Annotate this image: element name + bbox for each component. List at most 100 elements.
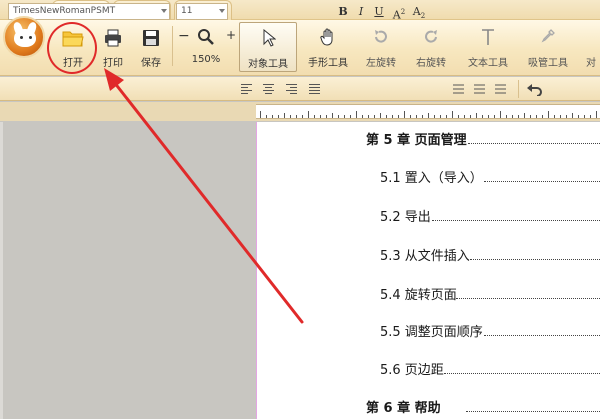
ruler-tick — [518, 115, 519, 118]
toolbar-separator — [518, 80, 519, 98]
align-right-icon — [286, 84, 297, 94]
workspace-edge — [0, 122, 3, 419]
object-tool-label: 对象工具 — [248, 59, 288, 70]
object-tool-button[interactable]: 对象工具 — [239, 22, 297, 72]
superscript-button[interactable]: A2 — [390, 3, 408, 22]
save-button[interactable]: 保存 — [134, 22, 168, 72]
zoom-in-button[interactable]: + — [226, 28, 236, 42]
ruler-tick — [596, 111, 597, 118]
toc-leader — [456, 298, 600, 299]
subscript-button[interactable]: A2 — [410, 3, 428, 21]
align-left-icon — [241, 84, 252, 94]
highlight-circle — [47, 22, 97, 74]
zoom-out-button[interactable]: − — [178, 28, 190, 44]
workspace-background — [0, 122, 256, 419]
ruler-tick — [584, 115, 585, 118]
superscript-mark: 2 — [400, 8, 406, 16]
toc-entry: 5.5 调整页面顺序 — [380, 325, 483, 340]
toc-entry: 第 5 章 页面管理 — [366, 133, 467, 148]
italic-button[interactable]: I — [352, 3, 370, 21]
ruler-tick — [506, 115, 507, 118]
bold-button[interactable]: B — [334, 3, 352, 21]
eyedropper-button[interactable]: 吸管工具 — [520, 22, 576, 72]
toc-leader — [432, 220, 600, 221]
ruler-tick — [446, 115, 447, 118]
toolbar-separator — [172, 26, 173, 66]
printer-icon — [105, 29, 121, 47]
ruler-tick — [308, 111, 309, 118]
ruler-tick — [302, 115, 303, 118]
ruler-tick — [344, 115, 345, 118]
superscript-letter: A — [392, 8, 401, 22]
ruler-tick — [350, 115, 351, 118]
eyedropper-icon — [541, 29, 555, 43]
undo-icon[interactable] — [526, 82, 542, 96]
ruler-tick — [494, 115, 495, 118]
ruler-tick — [530, 115, 531, 118]
subscript-mark: 2 — [420, 12, 426, 21]
ruler-tick — [560, 115, 561, 118]
ruler-tick — [260, 111, 261, 118]
ruler-tick — [542, 115, 543, 118]
zoom-icon[interactable] — [197, 28, 215, 46]
toc-leader — [470, 259, 600, 260]
text-tool-button[interactable]: 文本工具 — [460, 22, 516, 72]
ruler-tick — [458, 115, 459, 118]
ruler-tick — [578, 115, 579, 118]
ruler-tick — [428, 113, 429, 118]
toc-leader — [468, 143, 600, 144]
horizontal-ruler — [256, 104, 600, 119]
ruler-tick — [338, 115, 339, 118]
ruler-tick — [290, 115, 291, 118]
ruler-tick — [536, 115, 537, 118]
toc-leader — [444, 373, 600, 374]
ruler-tick — [362, 115, 363, 118]
rotate-left-button[interactable]: 左旋转 — [358, 22, 404, 72]
print-label: 打印 — [103, 58, 123, 69]
ruler-tick — [452, 111, 453, 118]
alignment-group — [241, 84, 320, 94]
ruler-tick — [410, 115, 411, 118]
toc-entry: 5.4 旋转页面 — [380, 288, 457, 303]
toc-entry: 5.2 导出 — [380, 210, 431, 225]
more-tool-button[interactable]: 对 — [580, 22, 600, 72]
subscript-letter: A — [412, 5, 421, 18]
font-name-value: TimesNewRomanPSMT — [13, 6, 116, 16]
ruler-tick — [464, 115, 465, 118]
ruler-tick — [554, 115, 555, 118]
rotate-right-button[interactable]: 右旋转 — [408, 22, 454, 72]
ruler-tick — [326, 115, 327, 118]
ruler-tick — [434, 115, 435, 118]
ruler-tick — [572, 113, 573, 118]
hand-tool-button[interactable]: 手形工具 — [300, 22, 356, 72]
more-tool-label: 对 — [586, 58, 596, 69]
text-tool-label: 文本工具 — [468, 58, 508, 69]
toc-entry: 第 6 章 帮助 — [366, 401, 441, 416]
zoom-level[interactable]: 150% — [176, 54, 236, 65]
list-icon — [453, 84, 464, 94]
print-button[interactable]: 打印 — [96, 22, 130, 72]
chevron-down-icon — [161, 9, 167, 13]
ruler-tick — [416, 115, 417, 118]
ruler-tick — [320, 115, 321, 118]
ruler-tick — [332, 113, 333, 118]
text-t-icon — [482, 29, 494, 45]
rotate-right-label: 右旋转 — [416, 58, 446, 69]
ruler-tick — [482, 115, 483, 118]
hand-icon — [320, 28, 333, 46]
app-logo-icon[interactable] — [3, 16, 45, 58]
ruler-tick — [314, 115, 315, 118]
ruler-tick — [440, 115, 441, 118]
hand-tool-label: 手形工具 — [308, 58, 348, 69]
list-format-group — [453, 84, 506, 94]
underline-button[interactable]: U — [370, 3, 388, 21]
toc-entry: 5.1 置入（导入） — [380, 171, 483, 186]
ruler-tick — [404, 111, 405, 118]
toc-leader — [484, 335, 600, 336]
ruler-tick — [278, 115, 279, 118]
ruler-tick — [284, 113, 285, 118]
ruler-tick — [512, 115, 513, 118]
ruler-tick — [488, 115, 489, 118]
font-size-select[interactable]: 11 — [176, 3, 228, 20]
list-icon — [495, 84, 506, 94]
